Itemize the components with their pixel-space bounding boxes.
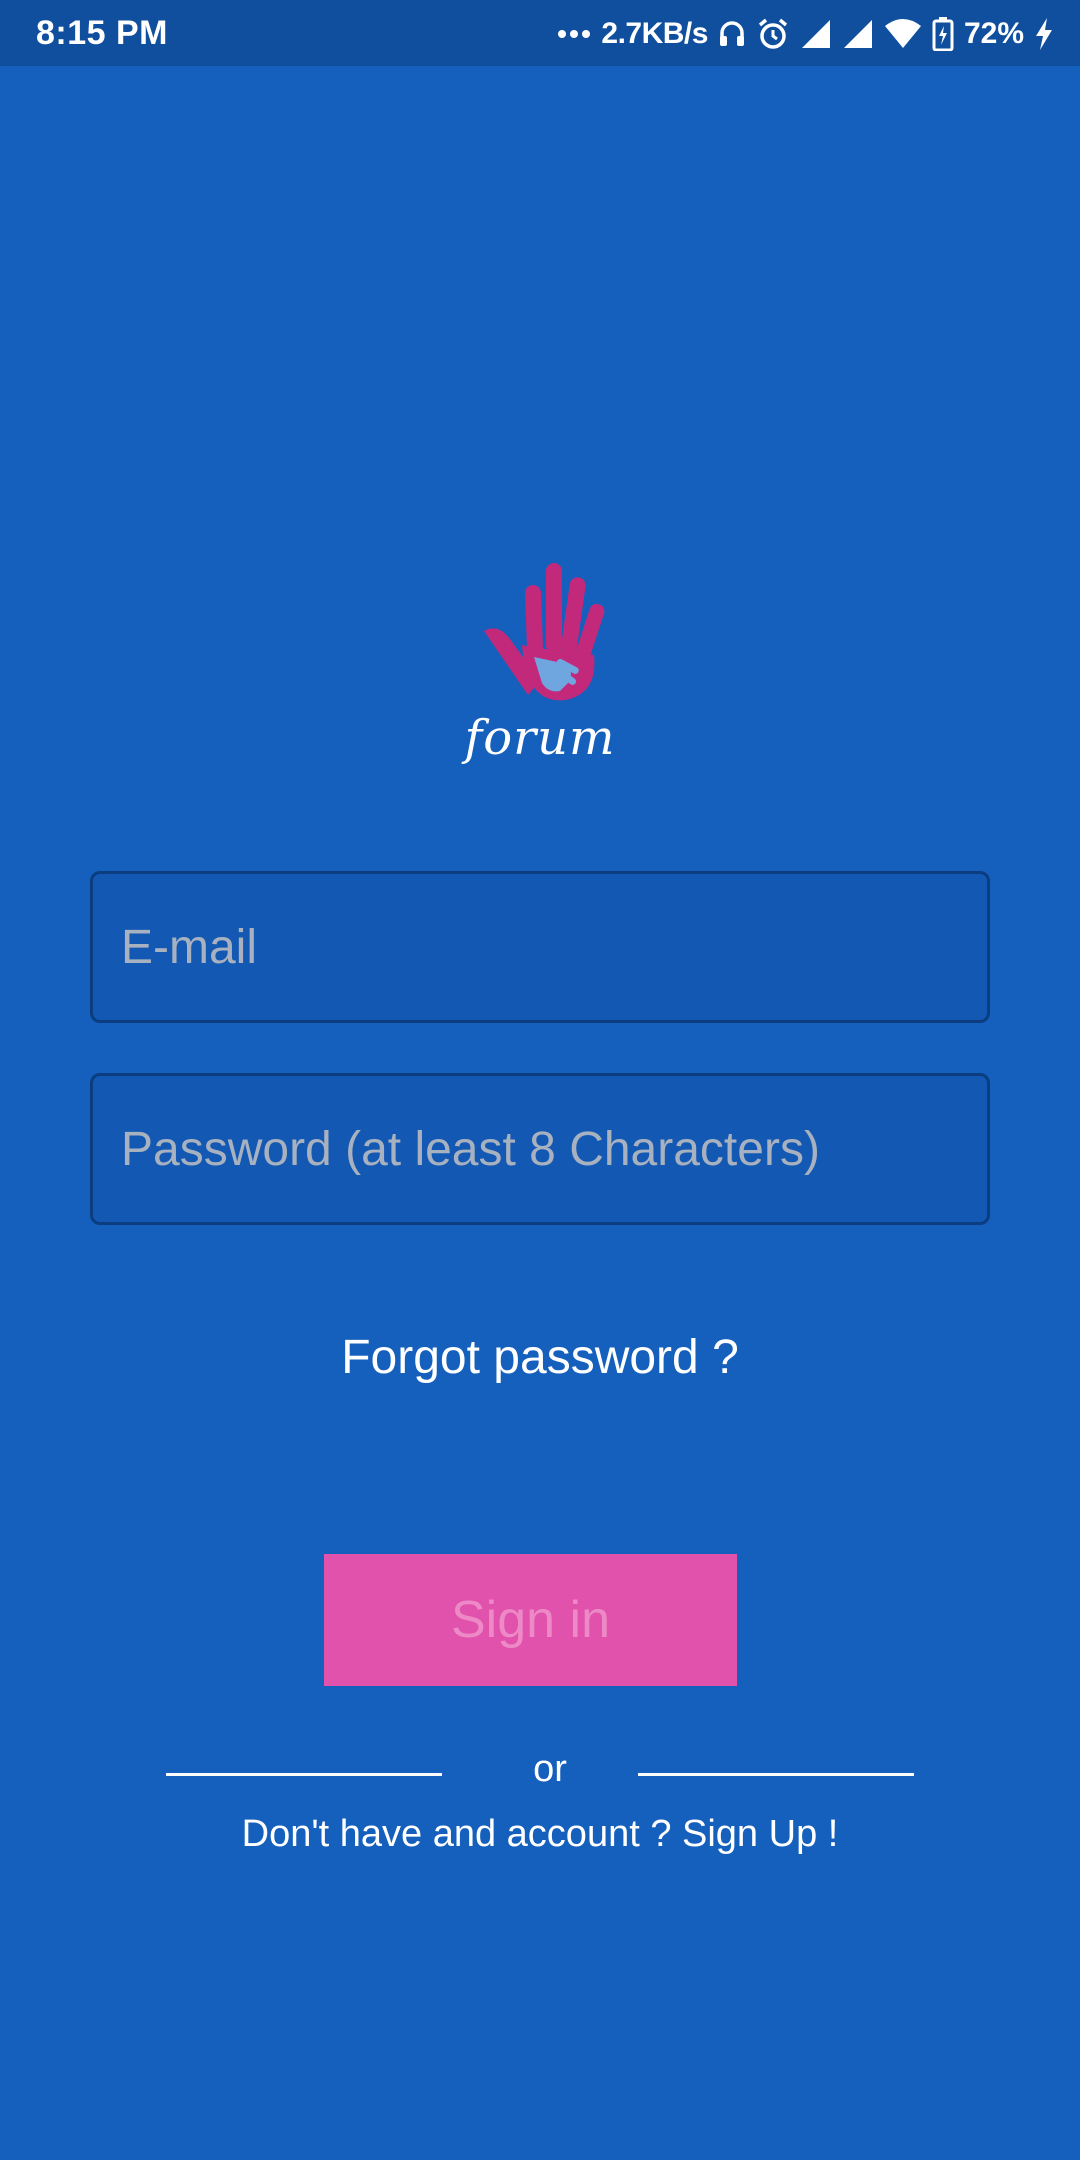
signal-icon [842,18,874,50]
password-input[interactable] [93,1076,987,1222]
signal-icon [800,18,832,50]
wifi-icon [884,18,922,50]
forgot-password-link[interactable]: Forgot password ? [0,1330,1080,1385]
battery-percentage: 72% [963,17,1024,50]
battery-icon [932,17,954,51]
sign-up-link[interactable]: Don't have and account ? Sign Up ! [0,1813,1080,1856]
password-field-container [90,1073,990,1225]
headset-icon [718,19,746,49]
email-input[interactable] [93,874,987,1020]
or-label: or [533,1748,567,1790]
more-dots-icon [557,29,591,39]
divider-line-left [166,1773,442,1776]
alarm-icon [756,17,790,51]
status-time: 8:15 PM [36,14,168,52]
divider-line-right [638,1773,914,1776]
sign-in-button[interactable]: Sign in [324,1554,737,1686]
hand-logo-icon [470,555,610,715]
status-bar: 8:15 PM 2.7KB/s 72% [0,0,1080,66]
email-field-container [90,871,990,1023]
app-name: forum [464,710,616,766]
network-speed: 2.7KB/s [601,17,708,50]
status-icons: 2.7KB/s 72% [557,12,1054,56]
charging-icon [1034,17,1054,51]
